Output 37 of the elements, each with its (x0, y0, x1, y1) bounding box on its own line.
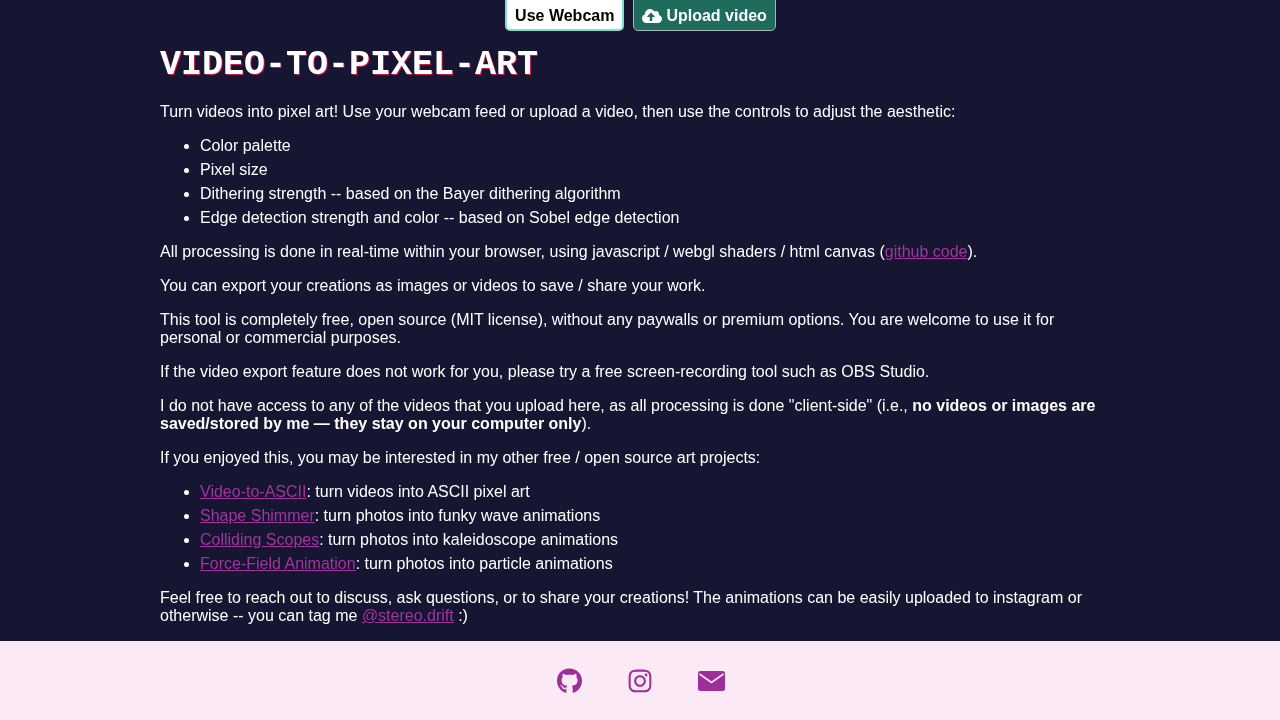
link[interactable]: Force-Field Animation (200, 555, 356, 572)
bullet-icon (184, 143, 189, 149)
paragraph: I do not have access to any of the videos that you upload here, as all processing is done "client-side" (i.e., no videos or images are saved/stored by me — they stay on your computer only). (160, 397, 1097, 433)
bullet-icon (184, 489, 189, 495)
page-title: VIDEO-TO-PIXEL-ART (160, 45, 539, 85)
link[interactable]: Colliding Scopes (200, 531, 320, 548)
list-item-text: Colliding Scopes: turn photos into kaleidoscope animations (200, 531, 619, 549)
bullet-icon (184, 561, 189, 567)
webcam-button[interactable]: Use Webcam (505, 0, 625, 31)
bullet-icon (184, 167, 189, 173)
paragraph: All processing is done in real-time within your browser, using javascript / webgl shaders / html canvas (github code). (160, 243, 979, 261)
paragraph: If the video export feature does not work for you, please try a free screen-recording tool such as OBS Studio. (160, 363, 931, 381)
paragraph: This tool is completely free, open source (MIT license), without any paywalls or premium options. You are welcome to use it for personal or commercial purposes. (160, 311, 1056, 347)
list-item-text: Video-to-ASCII: turn videos into ASCII pixel art (200, 483, 530, 501)
upload-video-button[interactable]: Upload video (633, 0, 776, 31)
list-item-text: Force-Field Animation: turn photos into particle animations (200, 555, 613, 573)
list-item-text: Pixel size (200, 161, 268, 179)
list-item-text: Dithering strength -- based on the Bayer dithering algorithm (200, 185, 621, 203)
bullet-icon (184, 537, 189, 543)
list-item-text: Edge detection strength and color -- based on Sobel edge detection (200, 209, 680, 227)
paragraph: Feel free to reach out to discuss, ask questions, or to share your creations! The animations can be easily uploaded to instagram or otherwise -- you can tag me @stereo.drift :) (160, 589, 1083, 625)
link[interactable]: Video-to-ASCII (200, 483, 307, 500)
github-icon[interactable] (557, 667, 582, 694)
list-item-text: Color palette (200, 137, 291, 155)
bullet-icon (184, 215, 189, 221)
bullet-icon (184, 191, 189, 197)
paragraph: You can export your creations as images or videos to save / share your work. (160, 277, 707, 295)
email-icon[interactable] (698, 670, 725, 691)
instagram-icon[interactable] (628, 667, 652, 694)
link[interactable]: Shape Shimmer (200, 507, 315, 524)
link[interactable]: @stereo.drift (361, 607, 454, 624)
list-item-text: Shape Shimmer: turn photos into funky wave animations (200, 507, 601, 525)
link[interactable]: github code (884, 243, 968, 260)
paragraph: Turn videos into pixel art! Use your webcam feed or upload a video, then use the controls to adjust the aesthetic: (160, 103, 957, 121)
cloud-upload-icon (642, 7, 663, 24)
bullet-icon (184, 513, 189, 519)
paragraph: If you enjoyed this, you may be interested in my other free / open source art projects: (160, 449, 762, 467)
